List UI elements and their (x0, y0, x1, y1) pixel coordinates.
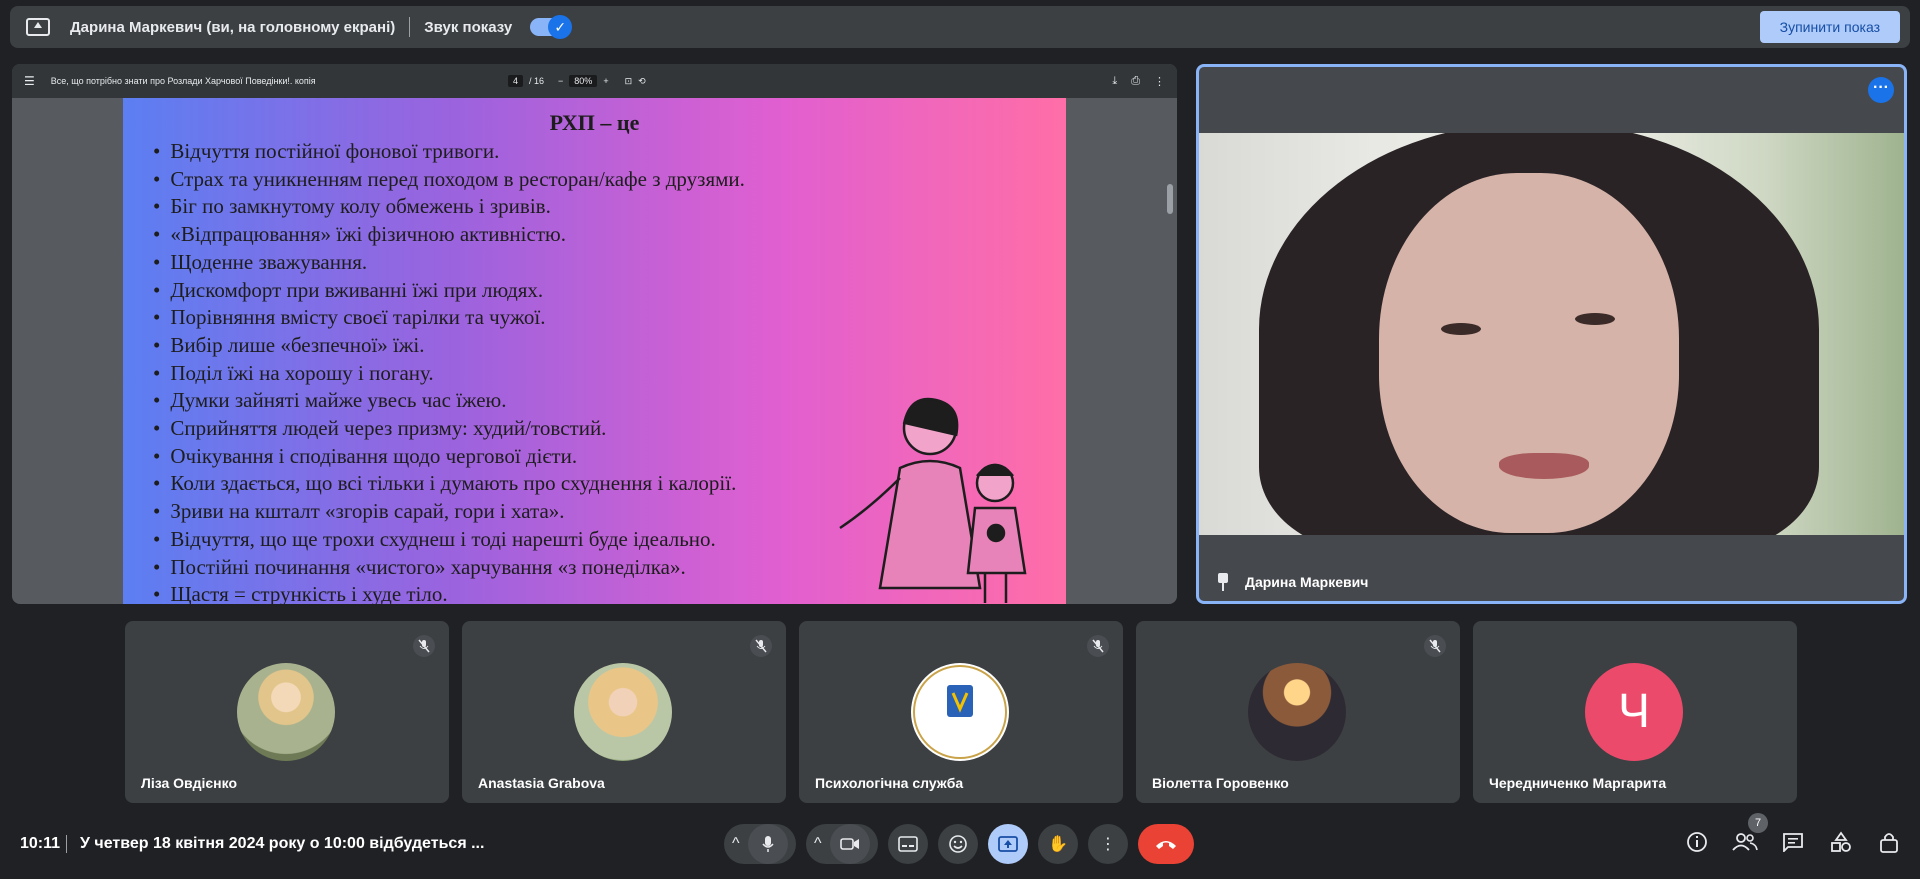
list-item: Порівняння вмісту своєї тарілки та чужої… (153, 304, 745, 332)
host-controls-icon[interactable] (1874, 827, 1904, 857)
list-item: Зриви на кшталт «згорів сарай, гори і ха… (153, 498, 745, 526)
avatar (574, 663, 672, 761)
pdf-toolbar: ☰ Все, що потрібно знати про Розлади Хар… (12, 64, 1177, 98)
pin-icon[interactable] (1217, 573, 1229, 591)
zoom-out-icon[interactable]: − (558, 76, 563, 86)
more-options-icon[interactable]: ··· (1868, 77, 1894, 103)
list-item: Думки зайняті майже увесь час їжею. (153, 387, 745, 415)
list-item: Страх та уникненням перед походом в рест… (153, 166, 745, 194)
side-panel-controls: 7 (1682, 813, 1904, 857)
participant-tile[interactable]: Психологічна служба (799, 621, 1123, 803)
mic-control: ^ (724, 824, 796, 864)
speaker-name-label: Дарина Маркевич (1217, 573, 1368, 591)
zoom-level[interactable]: 80% (569, 75, 598, 87)
avatar (237, 663, 335, 761)
pdf-scrollbar[interactable] (1167, 184, 1173, 214)
speaker-eye (1441, 323, 1481, 335)
slide: РХП – це Відчуття постійної фонової трив… (123, 98, 1066, 604)
check-icon: ✓ (548, 15, 573, 39)
avatar (1248, 663, 1346, 761)
list-item: Дискомфорт при вживанні їжі при людях. (153, 277, 745, 305)
speaker-face (1379, 173, 1679, 533)
info-icon[interactable] (1682, 827, 1712, 857)
psych-service-logo (911, 663, 1009, 761)
participant-tile[interactable]: Ліза Овдієнко (125, 621, 449, 803)
people-icon[interactable]: 7 (1730, 813, 1768, 857)
speaker-name: Дарина Маркевич (1245, 574, 1369, 590)
bottom-bar: 10:11 У четвер 18 квітня 2024 року о 10:… (0, 813, 1920, 879)
participant-name: Ліза Овдієнко (141, 775, 237, 791)
stop-presenting-button[interactable]: Зупинити показ (1759, 11, 1900, 43)
presentation-tile: ☰ Все, що потрібно знати про Розлади Хар… (12, 64, 1177, 604)
chevron-up-icon[interactable]: ^ (814, 835, 822, 853)
participant-name: Anastasia Grabova (478, 775, 605, 791)
captions-icon[interactable] (888, 824, 928, 864)
divider (66, 835, 67, 853)
list-item: Вибір лише «безпечної» їжі. (153, 332, 745, 360)
activities-icon[interactable] (1826, 827, 1856, 857)
clock: 10:11 (20, 835, 61, 852)
list-item: Відчуття постійної фонової тривоги. (153, 138, 745, 166)
mic-off-icon (1087, 635, 1109, 657)
participant-name: Віолетта Горовенко (1152, 775, 1289, 791)
more-options-icon[interactable]: ⋮ (1088, 824, 1128, 864)
speaker-eye (1575, 313, 1615, 325)
pdf-page-controls: 4 / 16 − 80% + ⊡ ⟲ (508, 64, 646, 98)
list-item: Постійні починання «чистого» харчування … (153, 554, 745, 582)
list-item: Поділ їжі на хорошу і погану. (153, 360, 745, 388)
participant-name: Психологічна служба (815, 775, 964, 791)
presentation-bar: Дарина Маркевич (ви, на головному екрані… (10, 6, 1910, 48)
fit-page-icon[interactable]: ⊡ (625, 76, 633, 87)
list-item: Очікування і сподівання щодо чергової ді… (153, 443, 745, 471)
camera-control: ^ (806, 824, 878, 864)
participant-tile[interactable]: Ч Чередниченко Маргарита (1473, 621, 1797, 803)
menu-icon[interactable]: ☰ (24, 74, 35, 88)
list-item: «Відпрацювання» їжі фізичною активністю. (153, 221, 745, 249)
list-item: Сприйняття людей через призму: худий/тов… (153, 415, 745, 443)
presenter-label: Дарина Маркевич (ви, на головному екрані… (70, 18, 396, 36)
list-item: Щоденне зважування. (153, 249, 745, 277)
sound-label: Звук показу (424, 18, 513, 36)
mic-off-icon (413, 635, 435, 657)
speaker-tile[interactable]: ··· Дарина Маркевич (1196, 64, 1907, 604)
sound-toggle[interactable]: ✓ (530, 15, 573, 39)
divider (409, 17, 411, 37)
mic-icon[interactable] (748, 824, 788, 864)
emoji-icon[interactable] (938, 824, 978, 864)
list-item: Біг по замкнутому колу обмежень і зривів… (153, 193, 745, 221)
slide-title: РХП – це (549, 110, 640, 135)
present-screen-icon (26, 18, 50, 36)
download-icon[interactable]: ⤓ (1112, 75, 1117, 88)
meeting-title[interactable]: У четвер 18 квітня 2024 року о 10:00 від… (80, 835, 484, 853)
participant-tile[interactable]: Віолетта Горовенко (1136, 621, 1460, 803)
list-item: Щастя = стрункість і худе тіло. (153, 581, 745, 604)
chevron-up-icon[interactable]: ^ (732, 835, 740, 853)
raise-hand-icon[interactable]: ✋ (1038, 824, 1078, 864)
letter-avatar: Ч (1585, 663, 1683, 761)
more-vert-icon[interactable]: ⋮ (1154, 75, 1165, 88)
mother-daughter-illustration (839, 397, 1027, 603)
rotate-icon[interactable]: ⟲ (638, 76, 646, 87)
pdf-title: Все, що потрібно знати про Розлади Харчо… (50, 76, 316, 86)
slide-list: Відчуття постійної фонової тривоги. Стра… (153, 138, 745, 604)
mic-off-icon (1424, 635, 1446, 657)
list-item: Коли здається, що всі тільки і думають п… (153, 470, 745, 498)
print-icon[interactable]: ⎙ (1131, 75, 1140, 88)
mic-off-icon (750, 635, 772, 657)
speaker-video (1199, 133, 1904, 535)
speaker-mouth (1499, 453, 1589, 479)
call-controls: ^ ^ ✋ ⋮ (724, 824, 1194, 864)
end-call-button[interactable] (1138, 824, 1194, 864)
page-number-input[interactable]: 4 (508, 75, 524, 87)
pdf-actions: ⤓ ⎙ ⋮ (1112, 64, 1165, 98)
present-screen-button[interactable] (988, 824, 1028, 864)
zoom-in-icon[interactable]: + (603, 76, 608, 86)
page-total: / 16 (529, 76, 545, 86)
list-item: Відчуття, що ще трохи схуднеш і тоді нар… (153, 526, 745, 554)
participant-name: Чередниченко Маргарита (1489, 775, 1667, 791)
people-count-badge: 7 (1748, 813, 1768, 833)
camera-icon[interactable] (830, 824, 870, 864)
chat-icon[interactable] (1778, 827, 1808, 857)
participant-tile[interactable]: Anastasia Grabova (462, 621, 786, 803)
